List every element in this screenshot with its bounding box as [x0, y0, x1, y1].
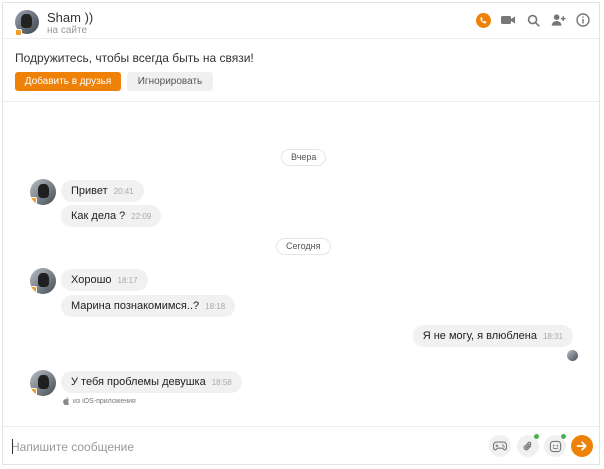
chat-header: Sham )) на сайте	[3, 3, 599, 39]
new-indicator-dot	[534, 434, 539, 439]
message-text: Привет	[71, 185, 108, 197]
add-friend-button[interactable]: Добавить в друзья	[15, 72, 121, 91]
message-bubble[interactable]: У тебя проблемы девушка 18:58	[61, 371, 242, 393]
video-icon[interactable]	[500, 12, 516, 28]
text-caret	[12, 439, 13, 454]
message-time: 18:18	[205, 302, 226, 311]
message-input[interactable]	[11, 437, 471, 457]
paperclip-icon	[523, 441, 532, 450]
message-text: У тебя проблемы девушка	[71, 376, 206, 388]
message-bubble[interactable]: Привет 20:41	[61, 180, 144, 202]
message-text: Марина познакомимся..?	[71, 300, 200, 312]
ok-badge-icon	[30, 286, 37, 293]
sticker-button[interactable]	[544, 434, 566, 457]
send-arrow-icon	[576, 441, 587, 451]
friend-request-banner: Подружитесь, чтобы всегда быть на связи!…	[3, 40, 599, 102]
sticker-icon	[549, 440, 561, 452]
banner-prompt: Подружитесь, чтобы всегда быть на связи!	[15, 51, 254, 65]
gamepad-button[interactable]	[489, 435, 511, 457]
message-time: 18:58	[211, 378, 232, 387]
message-text: Как дела ?	[71, 210, 126, 222]
phone-icon[interactable]	[475, 12, 491, 28]
message-time: 18:31	[542, 332, 563, 341]
message-text: Я не могу, я влюблена	[422, 330, 537, 342]
message-composer	[3, 426, 599, 464]
message-time: 18:17	[117, 276, 138, 285]
apple-icon	[63, 397, 70, 405]
sender-avatar[interactable]	[30, 179, 56, 205]
message-text: Хорошо	[71, 274, 112, 286]
date-separator-today: Сегодня	[276, 238, 331, 255]
message-bubble[interactable]: Хорошо 18:17	[61, 269, 148, 291]
send-button[interactable]	[571, 435, 593, 457]
new-indicator-dot	[561, 434, 566, 439]
sender-avatar[interactable]	[30, 370, 56, 396]
attach-button[interactable]	[517, 434, 539, 457]
message-bubble[interactable]: Как дела ? 22:09	[61, 205, 162, 227]
header-actions	[475, 12, 591, 28]
outgoing-message-bubble[interactable]: Я не могу, я влюблена 18:31	[412, 325, 573, 347]
search-icon[interactable]	[525, 12, 541, 28]
read-receipt-avatar	[567, 350, 578, 361]
ignore-button[interactable]: Игнорировать	[127, 72, 213, 91]
presence-status: на сайте	[47, 25, 88, 36]
ok-badge-icon	[30, 197, 37, 204]
gamepad-icon	[493, 441, 507, 451]
chat-window: Sham )) на сайте Подружитесь, чтобы всег…	[2, 2, 600, 465]
message-bubble[interactable]: Марина познакомимся..? 18:18	[61, 295, 236, 317]
date-separator-yesterday: Вчера	[281, 149, 327, 166]
info-icon[interactable]	[575, 12, 591, 28]
ios-note-text: из iOS-приложения	[73, 397, 136, 405]
contact-name[interactable]: Sham ))	[47, 10, 93, 25]
message-time: 20:41	[113, 187, 134, 196]
add-user-icon[interactable]	[550, 12, 566, 28]
ios-source-note: из iOS-приложения	[63, 397, 136, 405]
ok-badge-icon	[30, 388, 37, 395]
message-time: 22:09	[131, 212, 152, 221]
sender-avatar[interactable]	[30, 268, 56, 294]
ok-badge-icon	[15, 29, 22, 36]
